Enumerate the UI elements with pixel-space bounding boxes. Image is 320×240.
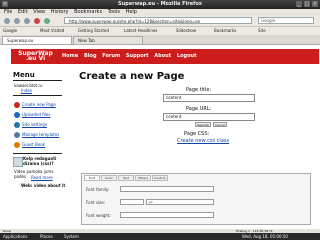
create-css-link[interactable]: Create new css class bbox=[177, 138, 229, 144]
menu-history[interactable]: History bbox=[51, 9, 69, 16]
guestbook-icon bbox=[14, 142, 20, 148]
page-title-input[interactable]: content bbox=[163, 94, 255, 102]
bookmark-item[interactable]: Bookmarks bbox=[214, 27, 236, 35]
read-more-link[interactable]: Read more bbox=[31, 175, 53, 180]
navigation-toolbar: http://www.superwap.eu/site.php?id=128&s… bbox=[0, 16, 320, 27]
font-size-unit-select[interactable]: px bbox=[146, 199, 214, 205]
font-family-label: Font family: bbox=[86, 187, 110, 192]
cancel-button[interactable]: Cancel bbox=[213, 122, 227, 127]
bookmark-item[interactable]: Google bbox=[3, 27, 17, 35]
tab-font[interactable]: Font bbox=[84, 175, 100, 181]
close-icon[interactable]: × bbox=[312, 1, 318, 7]
nav-forum[interactable]: Forum bbox=[102, 53, 120, 59]
video-icon bbox=[13, 157, 23, 167]
window-titlebar: ≡ Superwap.eu - Mozilla Firefox _ □ × bbox=[0, 0, 320, 9]
minimize-icon[interactable]: _ bbox=[296, 1, 302, 7]
divider bbox=[13, 95, 62, 96]
sidebar-heading: Menu bbox=[13, 71, 35, 79]
nav-home[interactable]: Home bbox=[62, 53, 78, 59]
window-title: Superwap.eu - Mozilla Firefox bbox=[118, 1, 202, 7]
page-title-label: Page title: bbox=[186, 87, 212, 93]
menu-file[interactable]: File bbox=[4, 9, 12, 16]
settings-icon bbox=[14, 122, 20, 128]
tab-new[interactable]: New Tab bbox=[73, 36, 143, 44]
nav-about[interactable]: About bbox=[154, 53, 171, 59]
sidebar-index-link[interactable]: Index bbox=[21, 88, 32, 93]
sidebar-item-create-page[interactable]: Create new Page bbox=[22, 102, 56, 107]
page-css-label: Page CSS: bbox=[184, 131, 210, 137]
url-bar[interactable]: http://www.superwap.eu/site.php?id=128&s… bbox=[64, 17, 252, 24]
web-page: SuperWap .eu Vi Home Blog Forum Support … bbox=[0, 45, 320, 229]
search-input[interactable]: Google bbox=[258, 17, 314, 24]
tab-color[interactable]: Color bbox=[101, 175, 117, 181]
home-icon[interactable] bbox=[44, 18, 50, 24]
nav-support[interactable]: Support bbox=[126, 53, 149, 59]
css-editor-panel: Font Color Text Others Custom Font famil… bbox=[81, 173, 311, 225]
site-logo[interactable]: SuperWap .eu Vi bbox=[13, 51, 58, 62]
create-page-icon bbox=[14, 102, 20, 108]
taskbar-system[interactable]: System bbox=[64, 233, 79, 240]
sidebar-item-guest-book[interactable]: Guest Book bbox=[22, 142, 45, 147]
site-header: SuperWap .eu Vi Home Blog Forum Support … bbox=[11, 49, 319, 64]
font-size-label: Font size: bbox=[86, 200, 106, 205]
taskbar-clock: Wed, Aug 18, 05:00:50 bbox=[242, 234, 288, 239]
bookmark-item[interactable]: Most Visited bbox=[40, 27, 64, 35]
menu-bookmarks[interactable]: Bookmarks bbox=[74, 9, 102, 16]
rewrite-button[interactable]: Rewrite bbox=[195, 122, 211, 127]
sidebar-item-site-settings[interactable]: Site settings bbox=[22, 122, 47, 127]
bookmark-item[interactable]: Slideshow bbox=[176, 27, 196, 35]
tab-custom[interactable]: Custom bbox=[152, 175, 168, 181]
menu-view[interactable]: View bbox=[33, 9, 45, 16]
font-family-select[interactable] bbox=[120, 186, 214, 192]
sidebar-item-uploaded-files[interactable]: Uploaded files bbox=[22, 112, 50, 117]
uploaded-files-icon bbox=[14, 112, 20, 118]
main-content: Create a new Page Page title: content Pa… bbox=[71, 65, 319, 227]
maximize-icon[interactable]: □ bbox=[304, 1, 310, 7]
font-weight-select[interactable] bbox=[120, 212, 214, 218]
bookmark-item[interactable]: Site bbox=[258, 27, 266, 35]
nav-blog[interactable]: Blog bbox=[84, 53, 97, 59]
divider bbox=[13, 80, 62, 81]
menu-edit[interactable]: Edit bbox=[18, 9, 28, 16]
tab-bar: Superwap.eu New Tab bbox=[0, 35, 320, 45]
menu-tools[interactable]: Tools bbox=[108, 9, 120, 16]
tab-superwap[interactable]: Superwap.eu bbox=[2, 36, 72, 44]
taskbar-applications[interactable]: Applications bbox=[3, 233, 27, 240]
forward-icon[interactable] bbox=[14, 18, 20, 24]
back-icon[interactable] bbox=[4, 18, 10, 24]
font-weight-label: Font weight: bbox=[86, 213, 111, 218]
tab-others[interactable]: Others bbox=[135, 175, 151, 181]
bookmark-item[interactable]: Getting Started bbox=[78, 27, 109, 35]
sidebar-item-manage-templates[interactable]: Manage templates bbox=[22, 132, 59, 137]
page-url-input[interactable]: content bbox=[163, 113, 255, 121]
bookmark-item[interactable]: Latest Headlines bbox=[124, 27, 157, 35]
page-title: Create a new Page bbox=[79, 71, 185, 82]
sidebar: Menu kawaer.blot.ru Index Create new Pag… bbox=[11, 65, 66, 227]
taskbar-places[interactable]: Places bbox=[40, 233, 53, 240]
promo-title: Kelp redaguoti dizaina (css)? bbox=[23, 156, 57, 166]
desktop-taskbar: Applications Places System Wed, Aug 18, … bbox=[0, 233, 320, 240]
site-nav: Home Blog Forum Support About Logout bbox=[62, 53, 200, 59]
divider bbox=[13, 153, 62, 154]
templates-icon bbox=[14, 132, 20, 138]
menu-help[interactable]: Help bbox=[126, 9, 137, 16]
promo-meta: Web: video about it bbox=[21, 183, 66, 188]
reload-icon[interactable] bbox=[24, 18, 30, 24]
page-url-label: Page URL: bbox=[186, 106, 212, 112]
nav-logout[interactable]: Logout bbox=[177, 53, 197, 59]
font-size-input[interactable] bbox=[120, 199, 144, 205]
tab-text[interactable]: Text bbox=[118, 175, 134, 181]
stop-icon[interactable] bbox=[34, 18, 40, 24]
